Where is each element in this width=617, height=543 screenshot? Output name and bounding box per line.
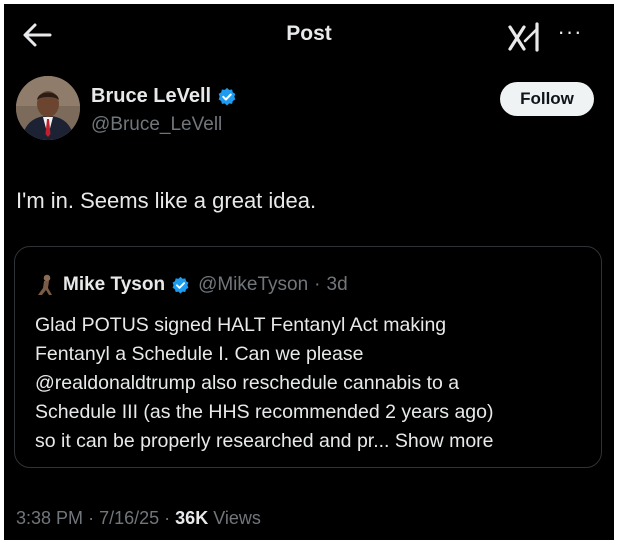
quoted-post-header: Mike Tyson @MikeTyson · 3d (35, 273, 348, 297)
quoted-post-text: Glad POTUS signed HALT Fentanyl Act maki… (35, 311, 590, 456)
quoted-line-last: so it can be properly researched and pr.… (35, 427, 590, 456)
quoted-post[interactable]: Mike Tyson @MikeTyson · 3d Glad POTUS si… (14, 246, 602, 468)
author-photo (16, 76, 80, 140)
quoted-line: Glad POTUS signed HALT Fentanyl Act maki… (35, 314, 447, 336)
top-bar: Post ··· (4, 4, 614, 66)
verified-badge-icon (218, 87, 236, 105)
quoted-line: Schedule III (as the HHS recommended 2 y… (35, 401, 494, 423)
views-label: Views (213, 508, 261, 528)
quoted-author-avatar[interactable] (35, 273, 57, 297)
post-time[interactable]: 3:38 PM (16, 508, 83, 528)
separator-dot: · (88, 508, 95, 528)
views-count[interactable]: 36K (175, 508, 208, 528)
post-text: I'm in. Seems like a great idea. (16, 188, 317, 213)
author-avatar[interactable] (16, 76, 80, 140)
verified-badge-icon (172, 276, 189, 294)
post-date[interactable]: 7/16/25 (99, 508, 159, 528)
more-options-button[interactable]: ··· (552, 16, 588, 48)
author-handle[interactable]: @Bruce_LeVell (91, 114, 222, 136)
grok-button[interactable] (507, 21, 543, 53)
post-screen: Post ··· Bruce LeVell @Bruce_LeVell Foll… (4, 4, 614, 540)
separator-dot: · (314, 274, 321, 295)
quoted-line: @realdonaldtrump also reschedule cannabi… (35, 372, 460, 394)
author-name[interactable]: Bruce LeVell (91, 85, 237, 108)
quoted-author-name[interactable]: Mike Tyson (63, 274, 165, 296)
show-more-link[interactable]: Show more (395, 430, 494, 452)
quoted-post-age: 3d (326, 274, 348, 295)
quoted-author-handle[interactable]: @MikeTyson (198, 274, 308, 296)
post-metadata: 3:38 PM · 7/16/25 · 36K Views (16, 508, 261, 529)
quoted-line: Fentanyl a Schedule I. Can we please (35, 343, 364, 365)
separator-dot: · (164, 508, 171, 528)
quoted-line: so it can be properly researched and pr.… (35, 430, 390, 452)
grok-icon (508, 22, 539, 52)
follow-button[interactable]: Follow (500, 82, 594, 116)
author-name-text: Bruce LeVell (91, 85, 212, 107)
